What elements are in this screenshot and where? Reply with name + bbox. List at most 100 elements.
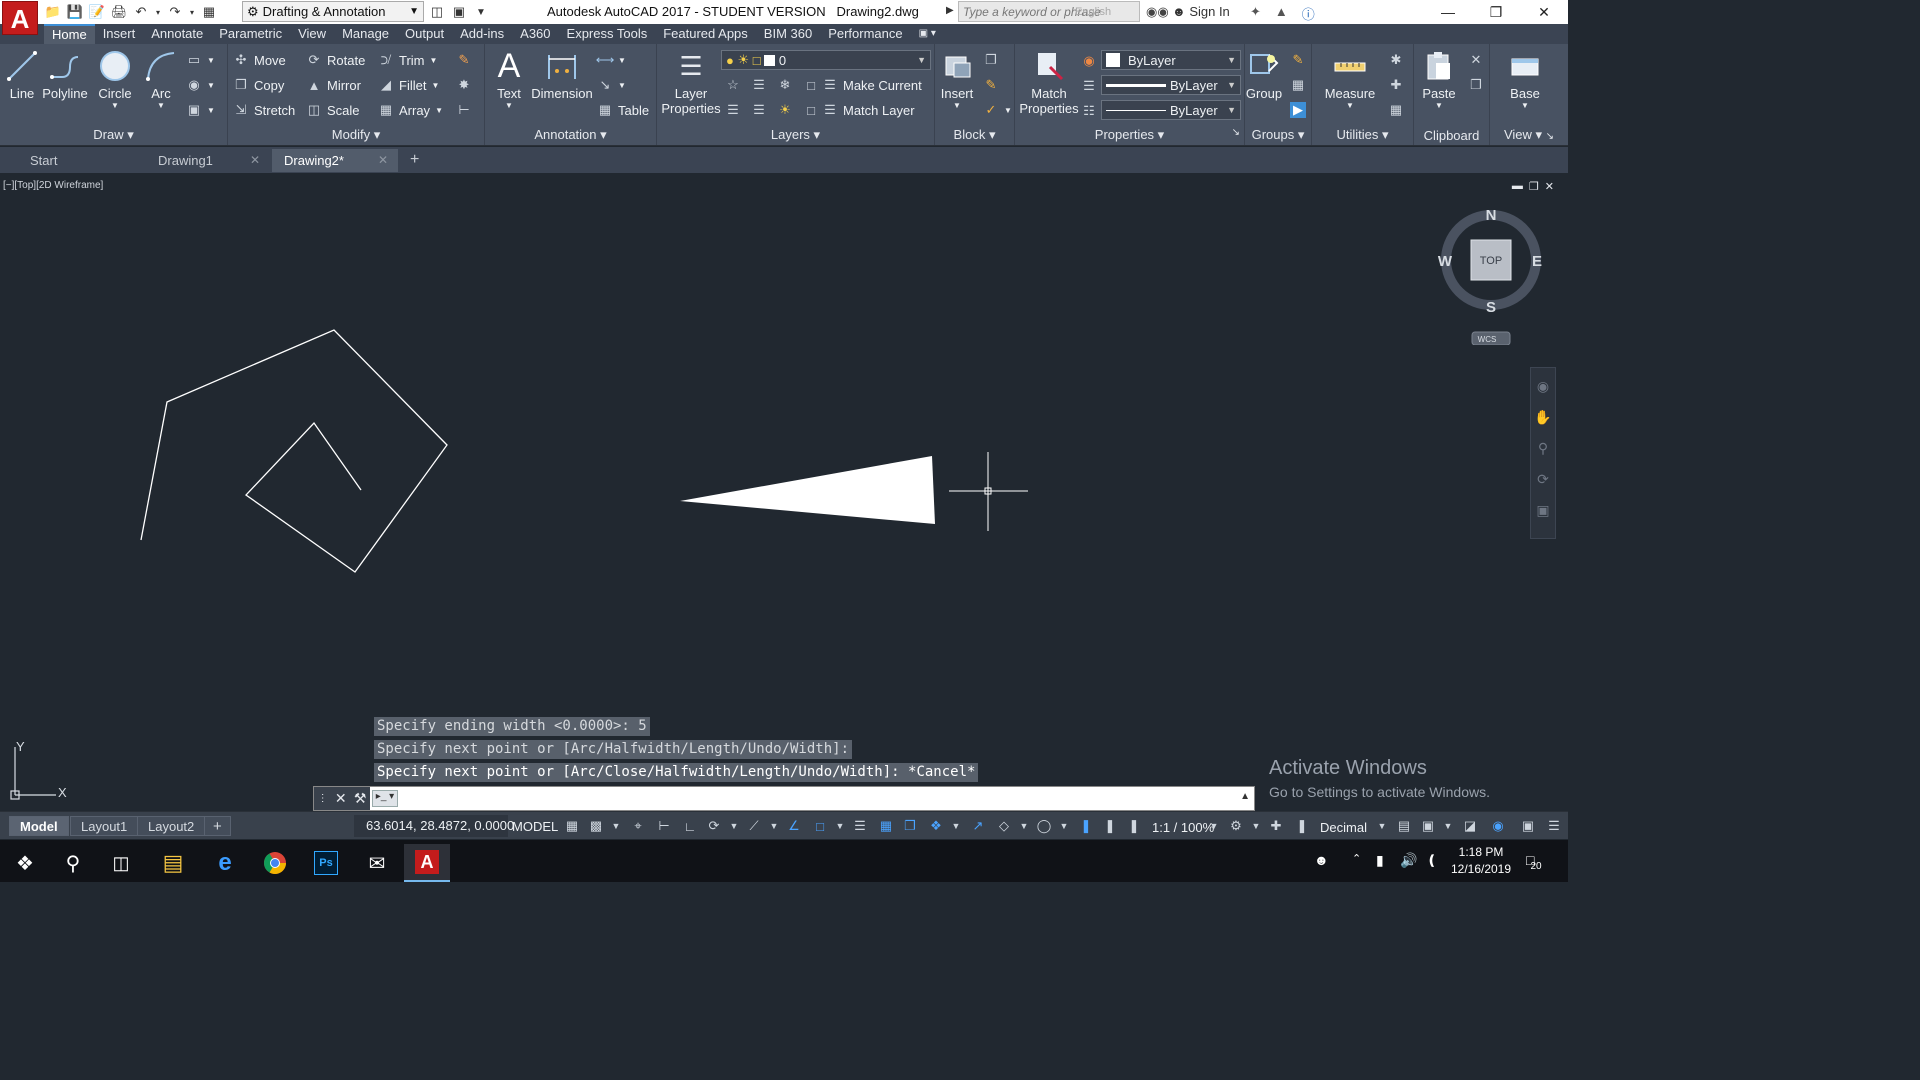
- tab-performance[interactable]: Performance: [820, 24, 910, 44]
- dimension-button[interactable]: Dimension: [531, 48, 593, 101]
- command-history-toggle-icon[interactable]: ▲: [1240, 791, 1250, 802]
- clean-screen-icon[interactable]: ▣: [1520, 817, 1536, 835]
- workspace-dropdown-icon[interactable]: ▼: [1248, 817, 1264, 835]
- close-icon[interactable]: ✕: [250, 153, 260, 167]
- modify-panel-title[interactable]: Modify ▾: [228, 127, 484, 143]
- drawing-canvas[interactable]: [−][Top][2D Wireframe] ▬ ❐ ✕ TOP N S W E…: [0, 175, 1568, 810]
- tab-featured-apps[interactable]: Featured Apps: [655, 24, 756, 44]
- table-button[interactable]: ▦ Table: [597, 99, 649, 121]
- doc-tab-start[interactable]: Start: [18, 149, 142, 172]
- layer-isolate-icon[interactable]: ☰: [751, 77, 767, 93]
- redo-icon[interactable]: ↷: [166, 3, 184, 21]
- command-input[interactable]: [402, 789, 1232, 808]
- exchange-icon[interactable]: ✦: [1250, 4, 1261, 23]
- measure-button[interactable]: Measure ▼: [1322, 48, 1378, 110]
- annotation-panel-title[interactable]: Annotation ▾: [485, 127, 656, 143]
- tapered-wide-polyline[interactable]: [680, 456, 935, 524]
- base-view-button[interactable]: Base ▼: [1498, 48, 1552, 110]
- wcs-menu[interactable]: WCS: [1478, 335, 1497, 344]
- polar-tracking-icon[interactable]: ⟳: [706, 817, 722, 835]
- layout-icon[interactable]: ▣: [450, 3, 468, 21]
- isolate-objects-icon[interactable]: ◪: [1462, 817, 1478, 835]
- object-snap-icon[interactable]: □: [812, 817, 828, 835]
- block-panel-title[interactable]: Block ▾: [935, 127, 1014, 143]
- units-dropdown-icon[interactable]: ▼: [1374, 817, 1390, 835]
- windows-start-icon[interactable]: ❖: [2, 844, 48, 882]
- layer-thaw-icon[interactable]: ☀: [777, 102, 793, 118]
- workspace-switching-icon[interactable]: ⚙: [1228, 817, 1244, 835]
- group-button[interactable]: Group: [1237, 48, 1291, 101]
- lineweight-toggle-icon[interactable]: ☰: [852, 817, 868, 835]
- groups-panel-title[interactable]: Groups ▾: [1245, 127, 1311, 143]
- draw-panel-title[interactable]: Draw ▾: [0, 127, 227, 143]
- tab-home[interactable]: Home: [44, 24, 95, 44]
- close-icon[interactable]: ✕: [1520, 0, 1568, 24]
- grip-handle[interactable]: ⋮: [318, 793, 328, 804]
- orbit-icon[interactable]: ⟳: [1537, 471, 1549, 488]
- task-view-icon[interactable]: ◫: [98, 844, 144, 882]
- layer-dropdown[interactable]: ● ☀ □ 0 ▼: [721, 50, 931, 70]
- undo-icon[interactable]: ↶: [132, 3, 150, 21]
- tab-output[interactable]: Output: [397, 24, 452, 44]
- workspace-selector[interactable]: ⚙ Drafting & Annotation ▼: [242, 1, 424, 22]
- transparency-icon[interactable]: ▦: [878, 817, 894, 835]
- tab-a360[interactable]: A360: [512, 24, 558, 44]
- auto-scale-icon[interactable]: ❚: [1102, 817, 1118, 835]
- compass-south[interactable]: S: [1486, 299, 1496, 316]
- gizmo-dropdown-icon[interactable]: ▼: [1056, 817, 1072, 835]
- minimize-icon[interactable]: —: [1424, 0, 1472, 24]
- annotation-scale-icon[interactable]: ❚: [1126, 817, 1142, 835]
- help-icon[interactable]: ⓘ: [1302, 4, 1315, 23]
- trim-button[interactable]: ⟉ Trim ▼: [378, 49, 438, 71]
- leader-button[interactable]: ↘ ▼: [597, 74, 626, 96]
- binoculars-icon[interactable]: ◉◉: [1146, 4, 1169, 20]
- layer-properties-button[interactable]: ☰ Layer Properties: [661, 48, 721, 117]
- color-dropdown[interactable]: ByLayer ▼: [1101, 50, 1241, 70]
- isodraft-icon[interactable]: ⟋: [746, 817, 762, 835]
- gizmo-icon[interactable]: ◯: [1036, 817, 1052, 835]
- application-menu-button[interactable]: A: [2, 1, 38, 35]
- tab-view[interactable]: View: [290, 24, 334, 44]
- polyline-button[interactable]: Polyline: [38, 48, 92, 101]
- tab-insert[interactable]: Insert: [95, 24, 144, 44]
- linetype-dropdown[interactable]: ByLayer ▼: [1101, 100, 1241, 120]
- ungroup-button[interactable]: ✎: [1290, 49, 1306, 71]
- match-properties-button[interactable]: Match Properties: [1019, 48, 1079, 116]
- edit-attributes-button[interactable]: ✓ ▼: [983, 99, 1012, 121]
- redo-dropdown-icon[interactable]: ▾: [188, 3, 196, 21]
- filter-dropdown-icon[interactable]: ▼: [1016, 817, 1032, 835]
- dynamic-ucs-icon[interactable]: ↗: [970, 817, 986, 835]
- lock-ui-icon[interactable]: ▣: [1420, 817, 1436, 835]
- expand-search-icon[interactable]: ▶: [946, 5, 954, 16]
- tab-bim-360[interactable]: BIM 360: [756, 24, 820, 44]
- doc-tab-drawing1[interactable]: Drawing1 ✕: [146, 149, 270, 172]
- tab-parametric[interactable]: Parametric: [211, 24, 290, 44]
- rotate-button[interactable]: ⟳ Rotate: [306, 49, 366, 71]
- annotation-monitor-icon[interactable]: ✚: [1268, 817, 1284, 835]
- a360-icon[interactable]: ▲: [1275, 4, 1288, 23]
- coordinate-display[interactable]: 63.6014, 28.4872, 0.0000: [354, 815, 514, 837]
- create-block-button[interactable]: ❐: [983, 49, 999, 71]
- people-icon[interactable]: ☻: [1314, 852, 1329, 868]
- arc-button[interactable]: Arc ▼: [134, 48, 188, 110]
- mirror-button[interactable]: ▲ Mirror: [306, 74, 361, 96]
- tab-annotate[interactable]: Annotate: [143, 24, 211, 44]
- panel-launcher-icon[interactable]: ↘: [1232, 127, 1240, 138]
- new-layout-button[interactable]: +: [204, 816, 231, 836]
- id-point-button[interactable]: ✚: [1388, 74, 1404, 96]
- osnap-dropdown-icon[interactable]: ▼: [832, 817, 848, 835]
- tab-manage[interactable]: Manage: [334, 24, 397, 44]
- share-icon[interactable]: ◫: [428, 3, 446, 21]
- wifi-icon[interactable]: ❪: [1426, 852, 1438, 869]
- spiral-polyline[interactable]: [140, 329, 448, 573]
- open-icon[interactable]: 📁: [44, 3, 62, 21]
- close-icon[interactable]: ✕: [335, 790, 347, 807]
- units-value[interactable]: Decimal: [1320, 820, 1367, 835]
- layer-unisolate-icon[interactable]: ☰: [751, 102, 767, 118]
- scale-button[interactable]: ◫ Scale: [306, 99, 360, 121]
- layer-off-icon[interactable]: ☆: [725, 77, 741, 93]
- save-as-icon[interactable]: 📝: [88, 3, 106, 21]
- edit-block-button[interactable]: ✎: [983, 74, 999, 96]
- units-icon[interactable]: ❚: [1294, 817, 1310, 835]
- offset-button[interactable]: ⊢: [456, 99, 472, 121]
